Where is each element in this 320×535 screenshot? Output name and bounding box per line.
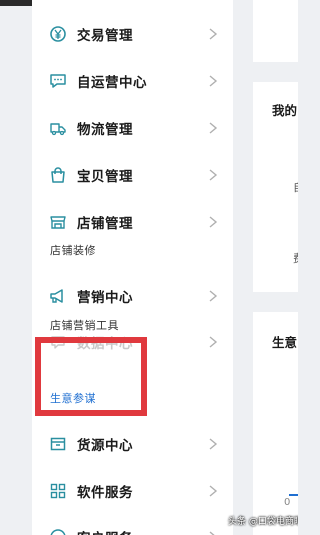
sidebar-item-label: 营销中心 [77,290,133,306]
chevron-right-icon [209,485,218,497]
page: 交易管理 自运营中心 物流管理 宝贝管理 店铺管理 店铺装修 营销中心 店铺营销… [0,0,298,535]
customer-service-icon [49,528,67,535]
chevron-right-icon [209,438,218,450]
sidebar-item-trade-management[interactable]: 交易管理 [32,19,233,49]
card-title: 我的 [272,103,298,118]
sidebar-item-label: 货源中心 [77,438,133,454]
box-icon [49,435,67,453]
sidebar-item-marketing-center[interactable]: 营销中心 [32,281,233,311]
top-left-corner [0,0,32,6]
chevron-right-icon [209,28,218,40]
sidebar-item-customer-service[interactable]: 客户服务 [32,522,233,535]
chevron-right-icon [209,336,218,348]
sidebar-menu: 交易管理 自运营中心 物流管理 宝贝管理 店铺管理 店铺装修 营销中心 店铺营销… [32,0,233,535]
highlight-annotation-box [35,337,147,416]
sidebar-item-label: 客户服务 [77,527,133,535]
sidebar-item-label: 店铺管理 [77,216,133,232]
card-text-fragment: 费 [293,250,298,266]
top-card [253,0,298,62]
sidebar-item-label: 宝贝管理 [77,169,133,185]
sidebar-item-label: 交易管理 [77,28,133,44]
megaphone-icon [49,287,67,305]
chevron-right-icon [209,531,215,535]
sidebar-item-software-services[interactable]: 软件服务 [32,476,233,506]
sidebar-item-product-management[interactable]: 宝贝管理 [32,160,233,190]
business-card: 生意 0 [253,312,298,535]
chevron-right-icon [209,216,218,228]
sub-item-store-decoration[interactable]: 店铺装修 [50,242,96,258]
sidebar-item-self-operation[interactable]: 自运营中心 [32,66,233,96]
store-icon [49,213,67,231]
chat-bubble-icon [49,72,67,90]
yen-circle-icon [49,25,67,43]
chevron-right-icon [209,290,218,302]
chart-line-fragment [289,494,298,496]
watermark: 头条 @口袋电商眼 [228,517,298,527]
sidebar-item-supply-center[interactable]: 货源中心 [32,429,233,459]
chevron-right-icon [209,75,218,87]
sidebar-item-store-management[interactable]: 店铺管理 [32,207,233,237]
sidebar-item-label: 物流管理 [77,122,133,138]
sidebar-item-label: 自运营中心 [77,75,147,91]
sidebar-item-label: 软件服务 [77,485,133,501]
chevron-right-icon [209,122,218,134]
truck-icon [49,119,67,137]
sidebar-item-logistics[interactable]: 物流管理 [32,113,233,143]
grid-apps-icon [49,482,67,500]
chevron-right-icon [209,169,218,181]
axis-zero-label: 0 [284,497,291,508]
card-title: 生意 [272,335,298,350]
shopping-bag-icon [49,166,67,184]
card-text-fragment: 自 [293,179,298,195]
my-info-card: 我的 自 费 [253,82,298,292]
